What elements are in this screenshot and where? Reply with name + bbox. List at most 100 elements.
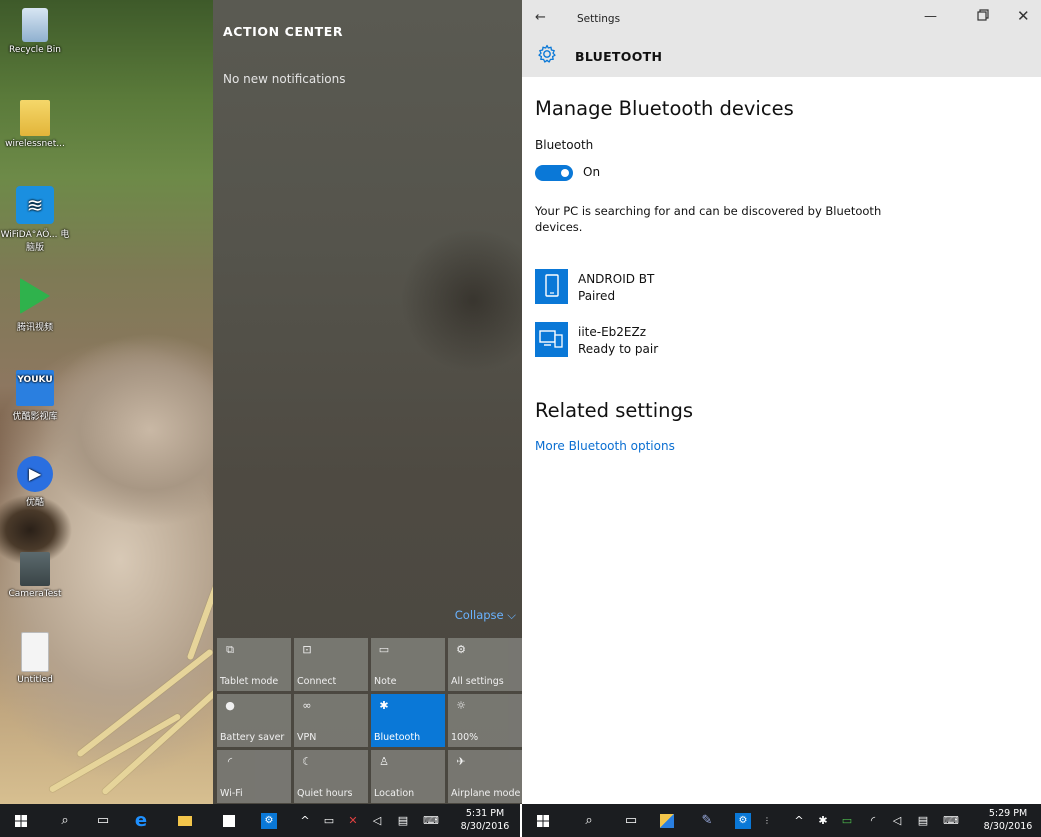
youku-icon: YOUKU	[16, 370, 54, 406]
desktop-icon-youku-player[interactable]: ▶ 优酷	[0, 456, 70, 508]
touch-keyboard-icon[interactable]: ⌨	[416, 804, 446, 837]
location-icon: ♙	[379, 755, 389, 768]
store-icon[interactable]	[214, 804, 244, 837]
settings-window: ← Settings — ✕ BLUETOOTH Manage Bluetoot…	[522, 0, 1041, 804]
tile-all-settings[interactable]: ⚙ All settings	[448, 638, 522, 691]
desktop-icon-youku[interactable]: YOUKU 优酷影视库	[0, 370, 70, 422]
brightness-icon: ☼	[456, 699, 466, 712]
tile-airplane-mode[interactable]: ✈ Airplane mode	[448, 750, 522, 803]
tile-battery-saver[interactable]: ● Battery saver	[217, 694, 291, 747]
tile-location[interactable]: ♙ Location	[371, 750, 445, 803]
notifications-icon[interactable]: ▤	[388, 804, 418, 837]
clock-time: 5:29 PM	[988, 808, 1028, 819]
settings-app-icon[interactable]: ⚙	[728, 804, 758, 837]
gear-icon: ⚙	[456, 643, 466, 656]
tile-label: Location	[374, 788, 415, 799]
play-icon: ▶	[17, 456, 53, 492]
desktop-icon-label: Recycle Bin	[9, 45, 61, 55]
desktop-icon-tencent-video[interactable]: 腾讯视频	[0, 278, 70, 333]
desktop-icon-label: 优酷影视库	[12, 412, 58, 422]
vpn-icon: ∞	[302, 699, 312, 712]
tile-connect[interactable]: ⊡ Connect	[294, 638, 368, 691]
document-icon	[21, 632, 49, 672]
desktop-icon-wirelessnet[interactable]: wirelessnet...	[0, 100, 70, 149]
start-button[interactable]	[6, 804, 36, 837]
device-item[interactable]: ANDROID BT Paired	[535, 269, 835, 309]
more-bluetooth-options-link[interactable]: More Bluetooth options	[535, 439, 675, 453]
tile-label: Quiet hours	[297, 788, 353, 799]
tile-wifi[interactable]: ◜ Wi-Fi	[217, 750, 291, 803]
windows-logo-icon	[537, 814, 549, 827]
tile-label: Bluetooth	[374, 732, 421, 743]
file-explorer-icon[interactable]	[652, 804, 682, 837]
window-titlebar: ← Settings — ✕	[522, 0, 1041, 38]
device-item[interactable]: iite-Eb2EZz Ready to pair	[535, 322, 835, 362]
settings-app-icon[interactable]: ⚙	[254, 804, 284, 837]
desktop-icon-wifi-app[interactable]: ≋ WiFiDA°AÖ... 电脑版	[0, 186, 70, 253]
page-header: BLUETOOTH	[522, 38, 1041, 77]
tile-label: Tablet mode	[220, 676, 279, 687]
tile-label: Battery saver	[220, 732, 285, 743]
page-title: BLUETOOTH	[575, 49, 663, 64]
tile-label: All settings	[451, 676, 504, 687]
search-icon[interactable]: ⌕	[50, 804, 80, 837]
taskbar-clock[interactable]: 5:29 PM 8/30/2016	[980, 807, 1036, 833]
taskbar-overflow-icon[interactable]: ⋮	[762, 804, 772, 837]
phone-icon	[535, 269, 568, 304]
restore-button[interactable]	[977, 9, 989, 21]
device-name: iite-Eb2EZz	[578, 325, 647, 339]
edge-browser-icon[interactable]: e	[126, 804, 156, 837]
desktop-icon-untitled[interactable]: Untitled	[0, 632, 70, 685]
battery-saver-icon: ●	[225, 699, 235, 712]
desktop-icon-camera-test[interactable]: CameraTest	[0, 552, 70, 599]
discovery-status-text: Your PC is searching for and can be disc…	[535, 204, 882, 234]
notifications-icon[interactable]: ▤	[908, 804, 938, 837]
device-name: ANDROID BT	[578, 272, 655, 286]
desktop-icon-label: Untitled	[17, 675, 53, 685]
quick-actions-grid: ⧉ Tablet mode ⊡ Connect ▭ Note ⚙ All set…	[217, 638, 522, 803]
folder-icon	[20, 100, 50, 136]
touch-keyboard-icon[interactable]: ⌨	[936, 804, 966, 837]
tile-vpn[interactable]: ∞ VPN	[294, 694, 368, 747]
minimize-button[interactable]: —	[924, 9, 937, 24]
tile-label: Wi-Fi	[220, 788, 243, 799]
start-button[interactable]	[528, 804, 558, 837]
desktop-icon-label: CameraTest	[8, 589, 62, 599]
tablet-mode-icon: ⧉	[226, 643, 234, 656]
search-icon[interactable]: ⌕	[574, 804, 604, 837]
tile-tablet-mode[interactable]: ⧉ Tablet mode	[217, 638, 291, 691]
section-heading: Manage Bluetooth devices	[535, 97, 794, 120]
paint-icon[interactable]: ✎	[692, 804, 722, 837]
clock-date: 8/30/2016	[460, 821, 510, 832]
close-button[interactable]: ✕	[1017, 7, 1030, 25]
back-button[interactable]: ←	[535, 10, 546, 25]
clock-time: 5:31 PM	[465, 808, 505, 819]
tile-label: 100%	[451, 732, 479, 743]
toggle-knob	[561, 169, 569, 177]
desktop-background: Recycle Bin wirelessnet... ≋ WiFiDA°AÖ..…	[0, 0, 239, 804]
file-explorer-icon[interactable]	[170, 804, 200, 837]
task-view-icon[interactable]: ▭	[616, 804, 646, 837]
video-player-icon	[20, 278, 50, 314]
tile-quiet-hours[interactable]: ☾ Quiet hours	[294, 750, 368, 803]
tile-note[interactable]: ▭ Note	[371, 638, 445, 691]
device-status: Paired	[578, 289, 616, 303]
bluetooth-toggle-label: Bluetooth	[535, 138, 594, 152]
tile-label: VPN	[297, 732, 317, 743]
airplane-icon: ✈	[456, 755, 466, 768]
tile-bluetooth[interactable]: ✱ Bluetooth	[371, 694, 445, 747]
desktop-icon-label: 优酷	[25, 498, 44, 508]
desktop-icon-label: WiFiDA°AÖ... 电脑版	[0, 230, 70, 253]
task-view-icon[interactable]: ▭	[88, 804, 118, 837]
action-center-title: ACTION CENTER	[223, 24, 344, 39]
moon-icon: ☾	[302, 755, 312, 768]
bluetooth-toggle[interactable]	[535, 165, 573, 181]
wifi-icon: ◜	[227, 755, 233, 768]
bluetooth-icon: ✱	[379, 699, 389, 712]
collapse-link[interactable]: Collapse ⌵	[455, 608, 516, 623]
desktop-icon-recycle-bin[interactable]: Recycle Bin	[0, 8, 70, 55]
device-status: Ready to pair	[578, 342, 659, 356]
tile-brightness[interactable]: ☼ 100%	[448, 694, 522, 747]
clock-date: 8/30/2016	[983, 821, 1033, 832]
taskbar-clock[interactable]: 5:31 PM 8/30/2016	[458, 807, 512, 833]
